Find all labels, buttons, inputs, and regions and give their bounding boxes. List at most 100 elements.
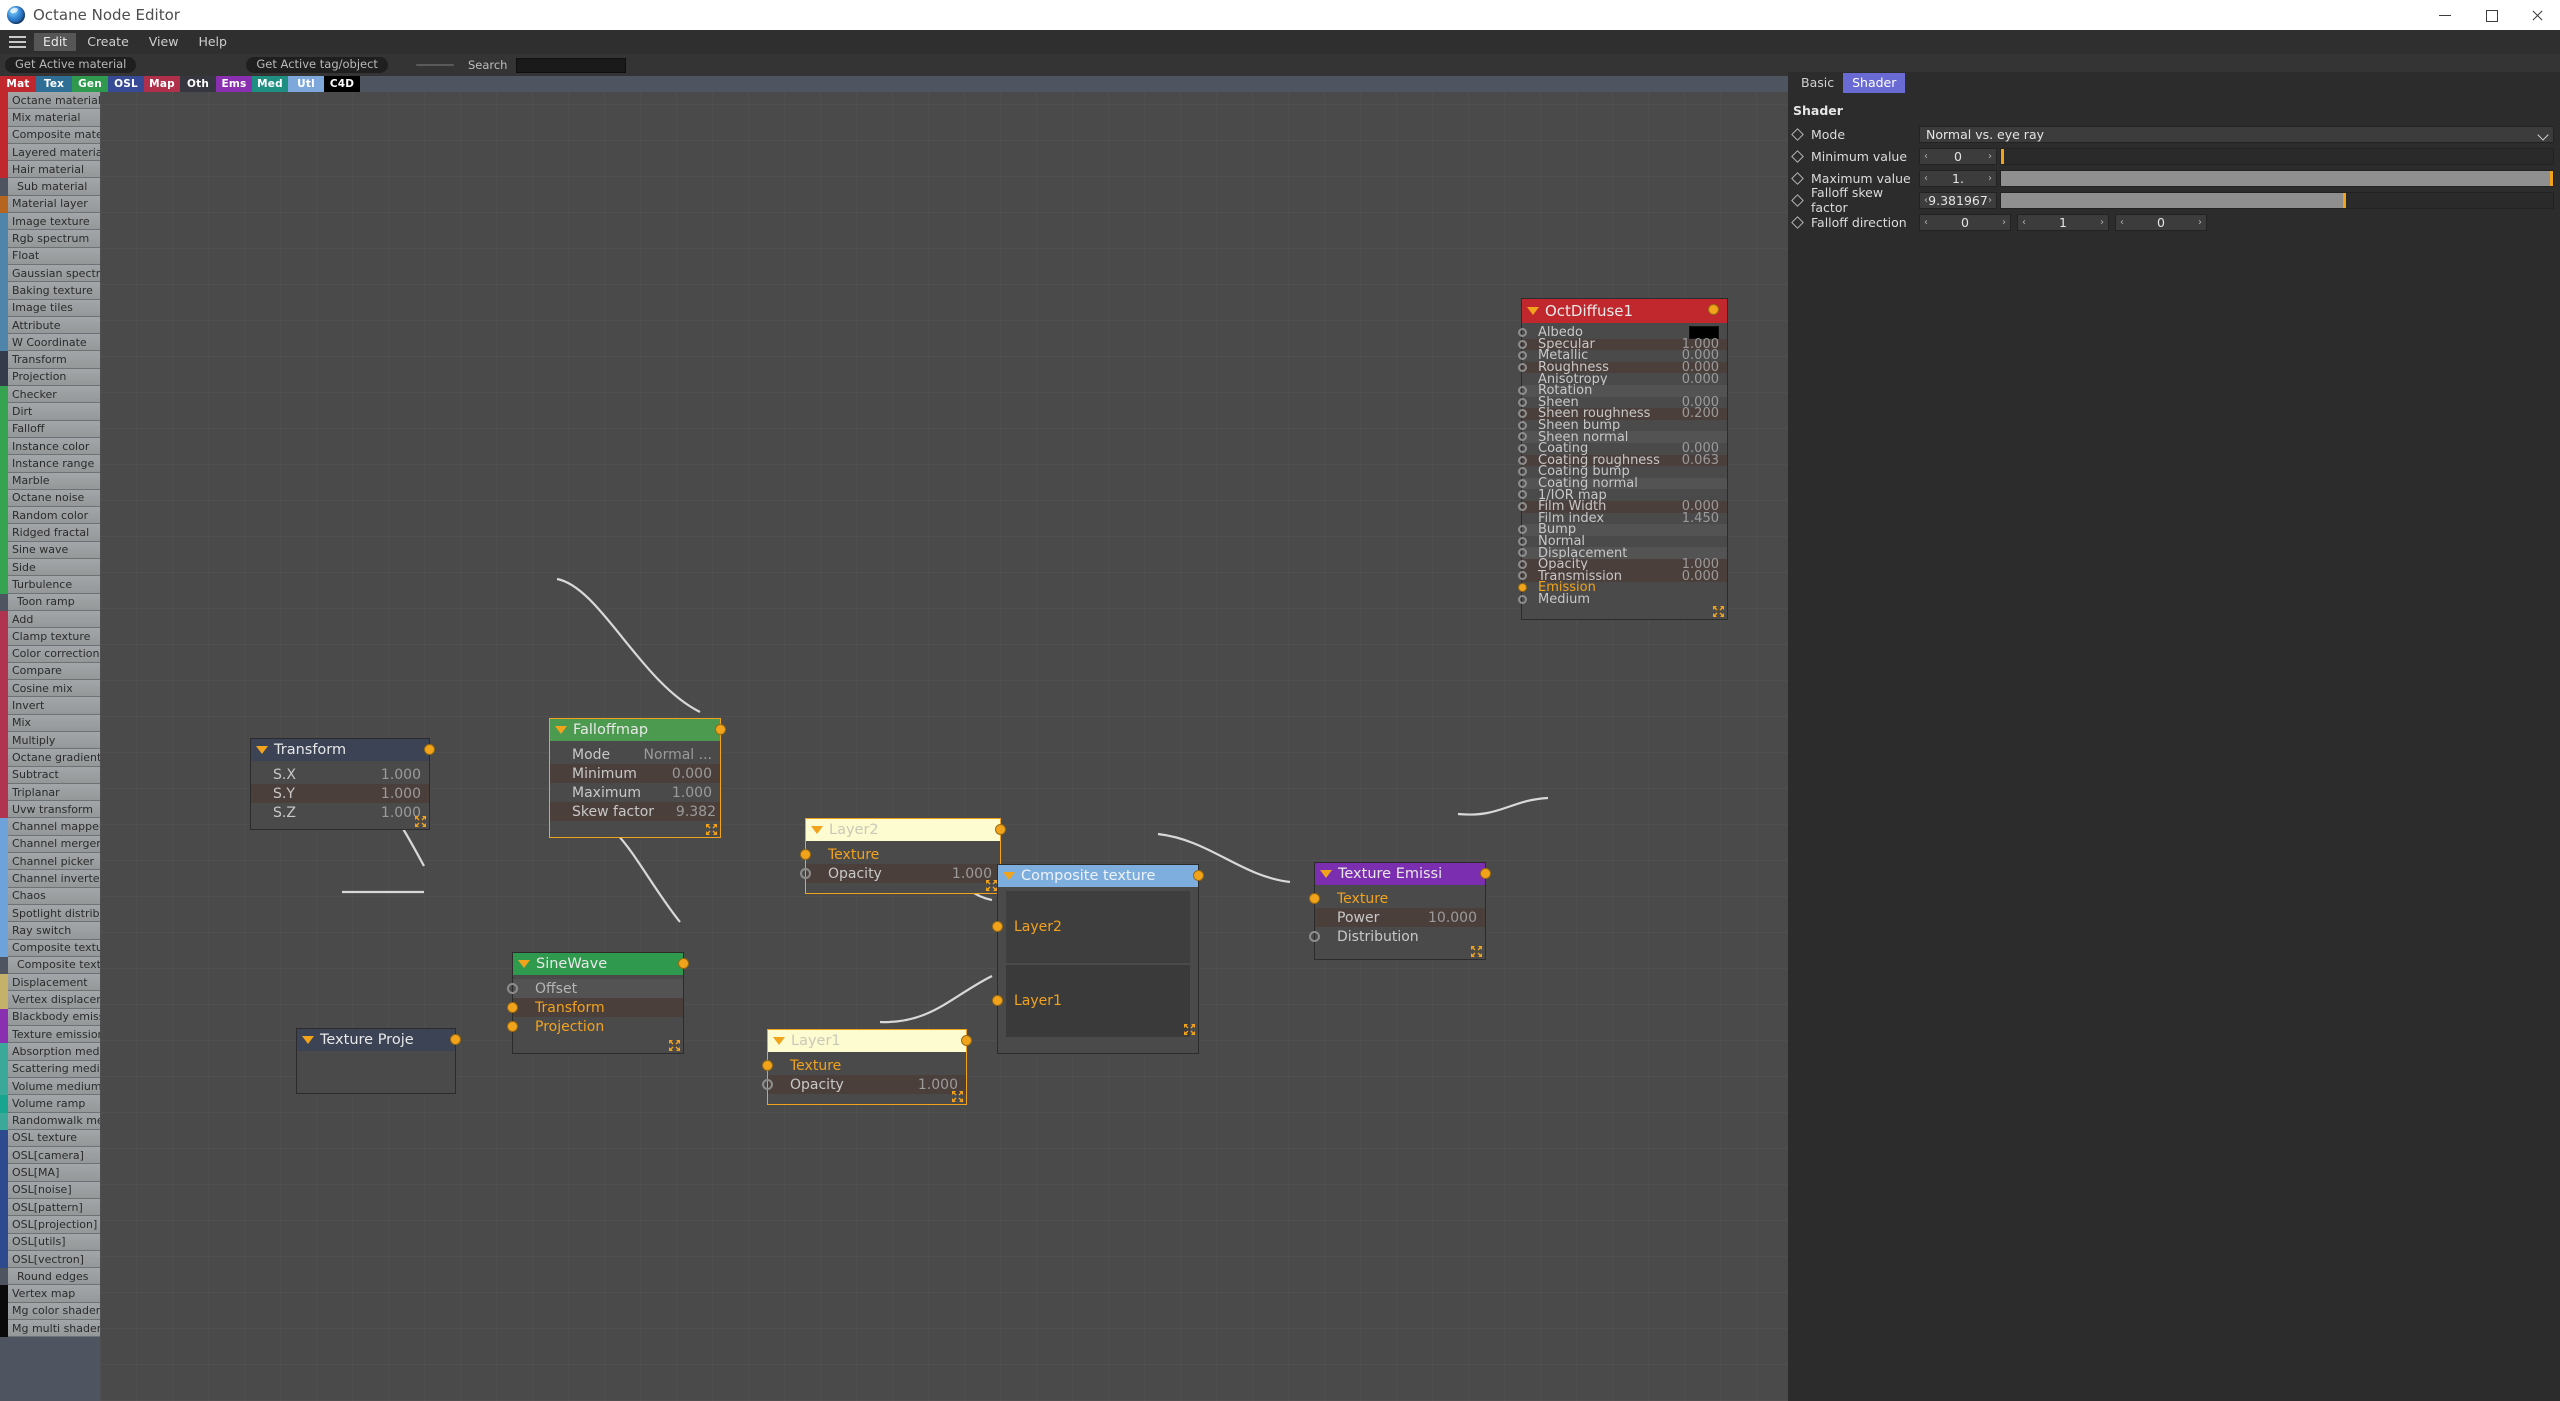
palette-item[interactable]: Octane noise	[0, 489, 100, 508]
prop-value[interactable]: 1.000	[672, 786, 712, 800]
input-port[interactable]	[1518, 548, 1527, 558]
palette-item[interactable]: Composite material	[0, 126, 100, 144]
input-port[interactable]	[507, 1021, 518, 1032]
palette-item-label[interactable]: OSL[projection]	[8, 1216, 100, 1234]
palette-item-label[interactable]: Falloff	[8, 420, 100, 438]
palette-item[interactable]: OSL[vectron]	[0, 1250, 100, 1269]
palette-item-label[interactable]: Ray switch	[8, 922, 100, 940]
palette-item[interactable]: Hair material	[0, 161, 100, 179]
prop-value[interactable]: 1.000	[381, 787, 421, 801]
prop-row[interactable]: Transform	[507, 998, 683, 1017]
stepper-right-icon[interactable]: ›	[2198, 217, 2202, 228]
palette-item-label[interactable]: Sub material	[8, 178, 100, 196]
palette-item-label[interactable]: W Coordinate	[8, 334, 100, 352]
maximum-value-number[interactable]: 1.	[1928, 171, 1988, 186]
palette-item[interactable]: Checker	[0, 386, 100, 404]
palette-item[interactable]: Instance color	[0, 437, 100, 456]
node-octdiffuse1-header[interactable]: OctDiffuse1	[1522, 299, 1727, 323]
falloff-skew-factor-slider[interactable]	[2000, 191, 2554, 209]
slider-knob[interactable]	[2550, 170, 2553, 186]
palette-item[interactable]: Channel merger	[0, 835, 100, 854]
palette-item-label[interactable]: Sine wave	[8, 541, 100, 560]
palette-item[interactable]: Mix material	[0, 109, 100, 127]
palette-item[interactable]: Channel inverter	[0, 870, 100, 888]
palette-item-label[interactable]: Octane gradient	[8, 749, 100, 767]
menu-view[interactable]: View	[140, 33, 188, 52]
palette-item-label[interactable]: Instance color	[8, 437, 100, 456]
input-port[interactable]	[1518, 583, 1527, 593]
input-port[interactable]	[1518, 385, 1527, 395]
node-falloffmap[interactable]: Falloffmap Mode Normal ... Minimum 0.000 M…	[549, 718, 726, 838]
palette-item[interactable]: Volume ramp	[0, 1095, 100, 1113]
falloff-direction-z[interactable]: 0	[2124, 215, 2198, 230]
prop-row[interactable]: Texture	[800, 845, 1000, 864]
palette-item[interactable]: Instance range	[0, 455, 100, 473]
falloff-skew-factor-number[interactable]: 9.381967	[1928, 193, 1988, 208]
palette-item-label[interactable]: Absorption medium	[8, 1043, 100, 1061]
palette-item-label[interactable]: Rgb spectrum	[8, 230, 100, 248]
stepper-right-icon[interactable]: ›	[1988, 151, 1992, 162]
input-port[interactable]	[1309, 931, 1320, 942]
palette-item-label[interactable]: Channel mapper	[8, 818, 100, 836]
palette-item-label[interactable]: Uvw transform	[8, 801, 100, 819]
falloff-skew-factor-stepper[interactable]: ‹ 9.381967 ›	[1919, 191, 1997, 209]
node-texture-projection[interactable]: Texture Proje	[296, 1028, 461, 1094]
collapse-triangle-icon[interactable]	[811, 826, 823, 834]
prop-row[interactable]: S.X 1.000	[251, 765, 429, 784]
resize-handle-icon[interactable]	[1713, 606, 1724, 618]
resize-handle-icon[interactable]	[1471, 946, 1482, 957]
palette-item-label[interactable]: Baking texture	[8, 282, 100, 300]
palette-item[interactable]: Vertex map	[0, 1285, 100, 1303]
palette-item[interactable]: Composite texture	[0, 956, 100, 975]
palette-item[interactable]: Texture emission	[0, 1026, 100, 1044]
stepper-right-icon[interactable]: ›	[1988, 173, 1992, 184]
collapse-triangle-icon[interactable]	[1320, 870, 1332, 878]
resize-handle-icon[interactable]	[952, 1091, 963, 1102]
output-port[interactable]	[450, 1034, 461, 1045]
palette-item-label[interactable]: Toon ramp	[8, 593, 100, 611]
collapse-triangle-icon[interactable]	[1527, 307, 1539, 315]
palette-item-label[interactable]: OSL[pattern]	[8, 1199, 100, 1217]
node-composite-texture-header[interactable]: Composite texture	[998, 865, 1204, 887]
palette-item-label[interactable]: Mg color shader	[8, 1302, 100, 1321]
palette-item[interactable]: Compare	[0, 662, 100, 681]
stepper-right-icon[interactable]: ›	[1988, 195, 1992, 206]
input-port[interactable]	[1518, 432, 1527, 442]
output-port[interactable]	[961, 1035, 972, 1046]
input-port[interactable]	[1518, 455, 1527, 465]
palette-item[interactable]: Float	[0, 247, 100, 265]
palette-item[interactable]: OSL[MA]	[0, 1164, 100, 1182]
maximize-button[interactable]	[2468, 0, 2514, 30]
palette-item-label[interactable]: Spotlight distribution	[8, 904, 100, 923]
palette-item[interactable]: OSL texture	[0, 1129, 100, 1148]
palette-item-label[interactable]: Mix	[8, 714, 100, 732]
minimum-value-stepper[interactable]: ‹ 0 ›	[1919, 147, 1997, 165]
collapse-triangle-icon[interactable]	[302, 1036, 314, 1044]
palette-item-label[interactable]: OSL[MA]	[8, 1164, 100, 1182]
output-port[interactable]	[1480, 868, 1491, 879]
falloff-direction-x[interactable]: 0	[1928, 215, 2002, 230]
node-layer2[interactable]: Layer2 Texture Opacity 1.000	[800, 818, 1006, 894]
keyframe-diamond-icon[interactable]	[1791, 171, 1804, 185]
palette-item[interactable]: Sine wave	[0, 541, 100, 560]
field-falloff-skew-factor[interactable]: Falloff skew factor ‹ 9.381967 ›	[1788, 185, 2560, 215]
prop-value[interactable]: 10.000	[1428, 911, 1477, 925]
palette-item-label[interactable]: Random color	[8, 507, 100, 525]
prop-row[interactable]: Skew factor 9.382	[550, 802, 720, 821]
prop-value[interactable]: 1.000	[381, 768, 421, 782]
input-port[interactable]	[1518, 536, 1527, 546]
palette-item[interactable]: Image texture	[0, 213, 100, 231]
palette-item-label[interactable]: Compare	[8, 662, 100, 681]
palette-item[interactable]: Composite texture	[0, 939, 100, 957]
falloff-direction-y[interactable]: 1	[2026, 215, 2100, 230]
palette-item-label[interactable]: Instance range	[8, 455, 100, 473]
input-port[interactable]	[762, 1060, 773, 1071]
palette-item-label[interactable]: Ridged fractal	[8, 524, 100, 542]
mode-dropdown[interactable]: Normal vs. eye ray	[1919, 125, 2554, 143]
palette-item[interactable]: Material layer	[0, 195, 100, 214]
prop-value[interactable]: 1.000	[952, 867, 992, 881]
palette-item-label[interactable]: Dirt	[8, 403, 100, 421]
tab-shader[interactable]: Shader	[1843, 72, 1906, 94]
palette-item-label[interactable]: Composite texture	[8, 939, 100, 957]
prop-row[interactable]: Minimum 0.000	[550, 764, 720, 783]
